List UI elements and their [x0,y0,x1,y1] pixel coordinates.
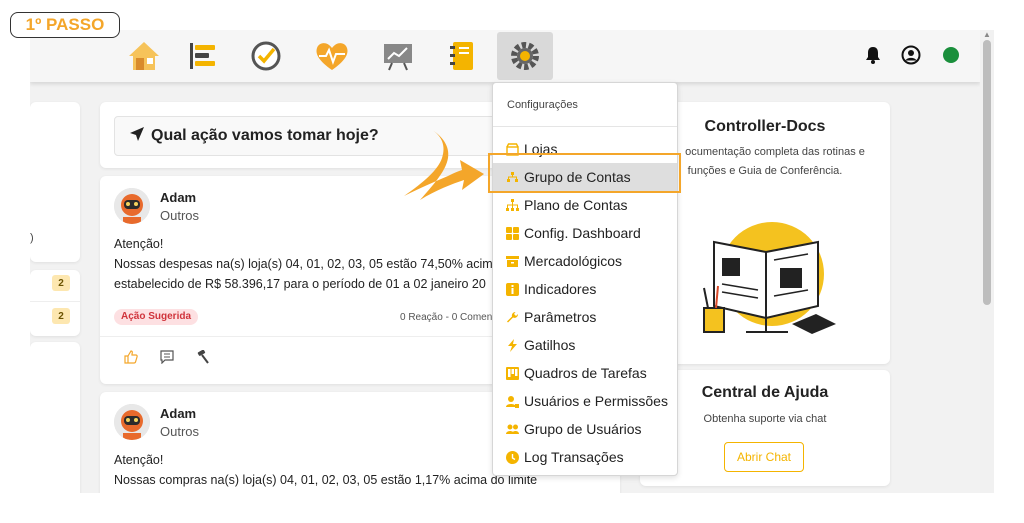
settings-gear-icon[interactable] [497,32,553,80]
notebook-icon[interactable] [440,34,484,78]
open-book-illustration [696,214,836,343]
bolt-icon [506,338,519,352]
dashboard-grid-icon [506,226,519,240]
menu-item-parametros[interactable]: Parâmetros [493,303,677,331]
highlight-box [488,153,681,193]
vertical-scrollbar[interactable]: ▲ [980,30,994,493]
count-badge: 2 [52,308,70,324]
post-author[interactable]: Adam [160,190,196,205]
menu-item-label: Config. Dashboard [524,225,641,241]
menu-item-label: Grupo de Usuários [524,421,642,437]
pointer-arrow-icon [390,126,486,227]
post-text-line: Atenção! [114,237,164,251]
scrollbar-thumb[interactable] [983,40,991,305]
like-icon[interactable] [124,350,138,367]
presentation-chart-icon[interactable] [376,34,420,78]
menu-item-label: Mercadológicos [524,253,623,269]
suggested-action-badge[interactable]: Ação Sugerida [114,309,199,325]
left-panel-list: 2 2 [30,270,80,336]
tasks-list-icon[interactable] [180,34,224,78]
left-panel-card [30,342,80,493]
status-dot-icon [940,44,962,66]
wrench-icon [506,311,519,324]
menu-item-label: Parâmetros [524,309,597,325]
count-badge: 2 [52,275,70,291]
archive-box-icon [506,255,519,268]
menu-item-label: Gatilhos [524,337,576,353]
menu-item-indicadores[interactable]: Indicadores [493,275,677,303]
menu-item-mercadologicos[interactable]: Mercadológicos [493,247,677,275]
app-window: ) 2 2 Qual ação vamos tomar hoje? Adam O… [30,30,980,493]
post-reactions-count[interactable]: 0 Reação - 0 Coment [400,312,495,323]
users-icon [506,423,519,436]
menu-item-label: Usuários e Permissões [524,393,668,409]
open-chat-button[interactable]: Abrir Chat [724,442,804,472]
heart-pulse-icon[interactable] [310,34,354,78]
scroll-up-icon[interactable]: ▲ [983,30,991,39]
menu-item-gatilhos[interactable]: Gatilhos [493,331,677,359]
post-author[interactable]: Adam [160,406,196,421]
user-circle-icon[interactable] [900,44,922,66]
menu-item-grupo-de-usuarios[interactable]: Grupo de Usuários [493,415,677,443]
hierarchy-icon [506,198,519,212]
user-lock-icon [506,395,519,408]
step-label: 1º PASSO [10,12,120,38]
menu-item-config-dashboard[interactable]: Config. Dashboard [493,219,677,247]
menu-item-label: Log Transações [524,449,624,465]
comment-icon[interactable] [160,350,174,367]
check-circle-icon[interactable] [244,34,288,78]
menu-item-plano-de-contas[interactable]: Plano de Contas [493,191,677,219]
avatar [114,188,150,224]
menu-item-log-transacoes[interactable]: Log Transações [493,443,677,471]
home-icon[interactable] [122,34,166,78]
menu-item-label: Indicadores [524,281,597,297]
settings-dropdown-menu: Configurações Lojas Grupo de Contas Plan… [492,82,678,476]
kanban-icon [506,366,519,380]
info-icon [506,282,519,296]
post-text-line: Nossas compras na(s) loja(s) 04, 01, 02,… [114,473,538,487]
action-question-text: Qual ação vamos tomar hoje? [151,127,379,144]
clock-icon [506,450,519,464]
menu-item-label: Plano de Contas [524,197,628,213]
post-category: Outros [160,424,200,439]
left-panel-card: ) [30,102,80,262]
avatar [114,404,150,440]
top-navbar [30,30,980,82]
menu-item-usuarios-e-permissoes[interactable]: Usuários e Permissões [493,387,677,415]
menu-divider [493,126,677,127]
post-text-line: Atenção! [114,453,164,467]
post-text-line: Nossas despesas na(s) loja(s) 04, 01, 02… [114,257,500,271]
menu-item-quadros-de-tarefas[interactable]: Quadros de Tarefas [493,359,677,387]
bell-icon[interactable] [862,44,884,66]
hammer-icon[interactable] [196,349,210,367]
post-text-line: estabelecido de R$ 58.396,17 para o perí… [114,277,486,291]
menu-item-label: Quadros de Tarefas [524,365,647,381]
docs-description-line: ocumentação completa das rotinas e [685,146,865,158]
menu-header: Configurações [507,99,578,111]
post-category: Outros [160,208,200,223]
paper-plane-icon [129,126,145,147]
